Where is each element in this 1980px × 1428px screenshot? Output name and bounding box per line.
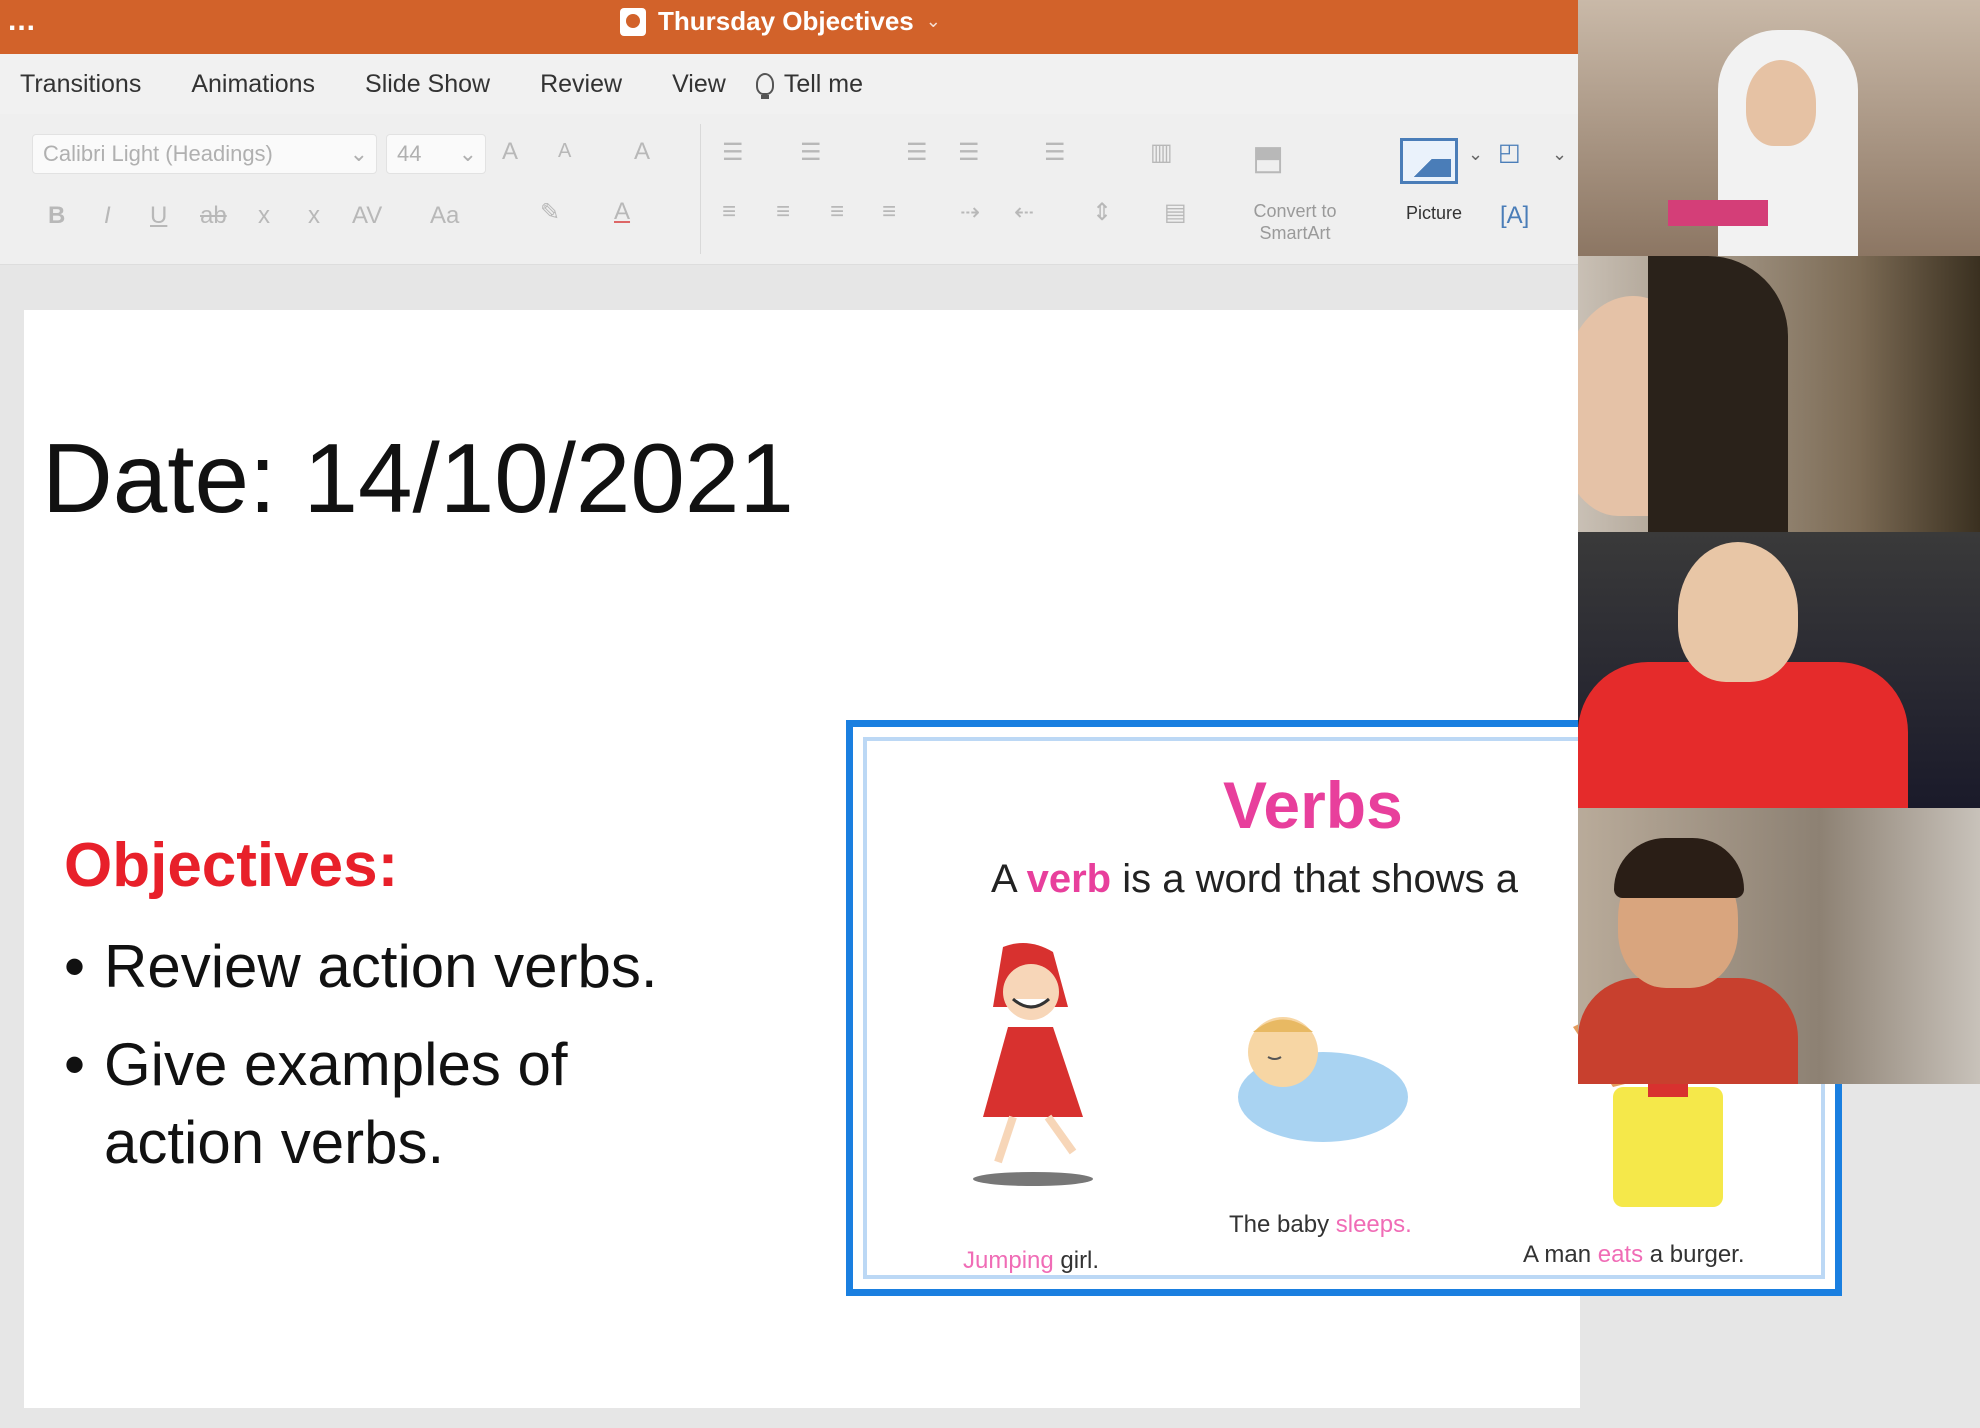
objectives-list[interactable]: Review action verbs. Give examples of ac… — [64, 928, 724, 1202]
sleeping-baby-illustration — [1238, 1017, 1408, 1142]
clear-formatting-icon[interactable]: A — [634, 138, 650, 166]
convert-smartart-button[interactable]: Convert to SmartArt — [1230, 200, 1360, 244]
align-center-icon[interactable]: ≡ — [776, 198, 790, 226]
document-title: Thursday Objectives — [658, 6, 914, 36]
columns-icon[interactable]: ▥ — [1150, 138, 1173, 167]
objectives-heading[interactable]: Objectives: — [64, 830, 398, 901]
ribbon-toolbar: Calibri Light (Headings) ⌄ 44 ⌄ A A A B … — [0, 114, 1580, 265]
bullets-icon[interactable]: ☰ — [722, 138, 744, 167]
caption3-prefix: A man — [1523, 1241, 1598, 1268]
ribbon-tabs: Transitions Animations Slide Show Review… — [0, 54, 1580, 114]
picture-chevron-icon[interactable]: ⌄ — [1468, 144, 1483, 165]
text-box-options-icon[interactable]: ▤ — [1164, 198, 1187, 227]
participant-video-4[interactable] — [1578, 808, 1980, 1084]
participant-hair — [1648, 256, 1788, 532]
slide-canvas[interactable]: Date: 14/10/2021 Objectives: Review acti… — [24, 310, 1842, 1408]
text-box-icon[interactable]: [A] — [1500, 202, 1529, 230]
caption3-suffix: a burger. — [1643, 1241, 1745, 1268]
highlight-icon[interactable]: ✎ — [540, 198, 560, 227]
def-prefix: A — [991, 857, 1027, 901]
lightbulb-icon — [755, 73, 774, 99]
subscript-icon[interactable]: x — [308, 202, 320, 230]
numbering-icon[interactable]: ☰ — [800, 138, 822, 167]
shapes-chevron-icon[interactable]: ⌄ — [1552, 144, 1567, 165]
decrease-font-icon[interactable]: A — [558, 140, 571, 163]
def-highlight: verb — [1026, 857, 1112, 901]
tell-me-search[interactable]: Tell me — [755, 69, 864, 99]
underline-icon[interactable]: U — [150, 202, 167, 230]
font-name-dropdown[interactable]: Calibri Light (Headings) ⌄ — [32, 134, 377, 174]
font-size-value: 44 — [397, 141, 422, 166]
superscript-icon[interactable]: x — [258, 202, 270, 230]
char-spacing-icon[interactable]: AV — [352, 202, 382, 230]
align-left-icon[interactable]: ≡ — [722, 198, 736, 226]
font-name-value: Calibri Light (Headings) — [43, 141, 273, 166]
verb-definition: A verb is a word that shows a — [991, 857, 1518, 902]
font-color-icon[interactable]: A — [614, 198, 630, 226]
objective-item: Review action verbs. — [64, 928, 724, 1006]
chevron-down-icon: ⌄ — [458, 141, 477, 166]
participant-hair — [1614, 838, 1744, 898]
title-bar: ... Thursday Objectives ⌄ — [0, 0, 1580, 54]
chevron-down-icon: ⌄ — [349, 141, 368, 166]
powerpoint-icon — [620, 7, 646, 36]
picture-icon[interactable] — [1400, 138, 1458, 184]
participant-shirt — [1578, 978, 1798, 1084]
convert-smartart-label-2: SmartArt — [1259, 223, 1331, 243]
participant-video-1[interactable] — [1578, 0, 1980, 256]
line-spacing-icon[interactable]: ☰ — [1044, 138, 1066, 167]
align-text-icon[interactable]: ⇕ — [1092, 198, 1112, 227]
increase-indent-icon[interactable]: ☰ — [958, 138, 980, 167]
objective-item: Give examples of action verbs. — [64, 1026, 724, 1182]
strikethrough-icon[interactable]: ab — [200, 202, 227, 230]
date-text[interactable]: Date: 14/10/2021 — [42, 422, 794, 535]
smartart-icon[interactable]: ⬒ — [1252, 138, 1284, 178]
caption1-rest: girl. — [1053, 1247, 1100, 1274]
justify-icon[interactable]: ≡ — [882, 198, 896, 226]
caption-sleeps: The baby sleeps. — [1229, 1211, 1412, 1239]
tab-review[interactable]: Review — [540, 70, 622, 99]
participant-face — [1678, 542, 1798, 682]
tab-view[interactable]: View — [672, 70, 726, 99]
participant-video-3[interactable] — [1578, 532, 1980, 808]
increase-font-icon[interactable]: A — [502, 138, 518, 166]
more-options-icon[interactable]: ... — [8, 4, 36, 38]
caption-eats: A man eats a burger. — [1523, 1241, 1745, 1269]
participant-shirt — [1578, 662, 1908, 808]
participant-videos — [1578, 0, 1980, 1084]
decrease-indent-icon[interactable]: ☰ — [906, 138, 928, 167]
font-size-dropdown[interactable]: 44 ⌄ — [386, 134, 486, 174]
caption2-prefix: The baby — [1229, 1211, 1336, 1238]
tab-transitions[interactable]: Transitions — [20, 70, 141, 99]
picture-label[interactable]: Picture — [1394, 202, 1474, 224]
change-case-icon[interactable]: Aa — [430, 202, 459, 230]
pencil-case — [1668, 200, 1768, 226]
align-right-icon[interactable]: ≡ — [830, 198, 844, 226]
jumping-girl-illustration — [973, 943, 1093, 1186]
title-chevron-icon: ⌄ — [925, 11, 941, 31]
participant-face — [1746, 60, 1816, 146]
text-direction-icon[interactable]: ⇢ — [960, 198, 980, 227]
participant-video-2[interactable] — [1578, 256, 1980, 532]
caption2-highlight: sleeps. — [1335, 1211, 1412, 1238]
caption3-highlight: eats — [1597, 1241, 1644, 1268]
tab-slide-show[interactable]: Slide Show — [365, 70, 490, 99]
ribbon-separator — [700, 124, 701, 254]
italic-icon[interactable]: I — [104, 202, 111, 230]
rtl-icon[interactable]: ⇠ — [1014, 198, 1034, 227]
def-suffix: is a word that shows a — [1111, 857, 1518, 901]
document-title-group[interactable]: Thursday Objectives ⌄ — [620, 6, 941, 37]
caption-jumping: Jumping girl. — [963, 1247, 1099, 1275]
convert-smartart-label-1: Convert to — [1253, 201, 1337, 221]
verbs-title: Verbs — [1223, 768, 1403, 842]
shapes-icon[interactable]: ◰ — [1498, 138, 1521, 167]
caption1-highlight: Jumping — [963, 1247, 1054, 1274]
tell-me-label: Tell me — [783, 69, 864, 98]
bold-icon[interactable]: B — [48, 202, 65, 230]
tab-animations[interactable]: Animations — [191, 70, 315, 99]
